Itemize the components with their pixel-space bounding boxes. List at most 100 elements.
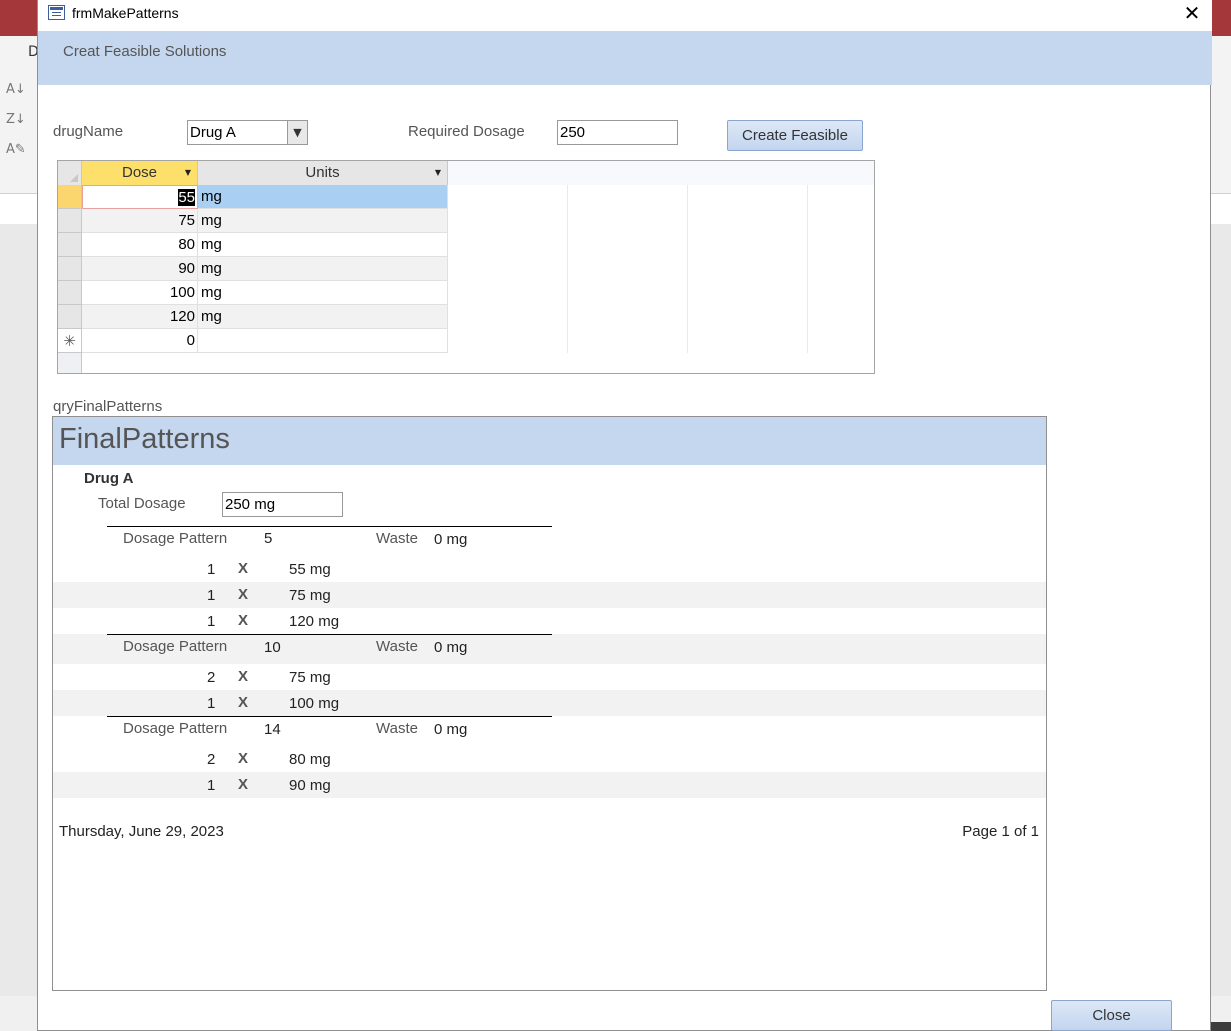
column-header-units[interactable]: Units ▼ [198, 161, 448, 185]
record-selector[interactable] [58, 185, 82, 209]
waste-value: 0 mg [434, 531, 468, 548]
dose-cell[interactable]: 55 [82, 185, 198, 209]
waste-value: 0 mg [434, 639, 468, 656]
subform-label: qryFinalPatterns [53, 398, 163, 415]
table-row[interactable]: 75 mg [58, 209, 448, 233]
dose-cell[interactable]: 120 [82, 305, 198, 329]
units-cell[interactable]: mg [198, 185, 448, 209]
waste-label: Waste [376, 720, 418, 737]
table-row[interactable]: 80 mg [58, 233, 448, 257]
waste-label: Waste [376, 638, 418, 655]
pattern-dose: 75 mg [289, 669, 331, 686]
final-patterns-report[interactable]: FinalPatterns Drug A Total Dosage 250 mg… [52, 416, 1047, 991]
form-window: frmMakePatterns ✕ Creat Feasible Solutio… [37, 0, 1212, 1031]
dosage-pattern-id: 14 [264, 721, 281, 738]
pattern-qty: 1 [207, 777, 216, 794]
sort-descending-icon[interactable]: Z↓ [6, 112, 26, 127]
grid-column [448, 161, 568, 373]
multiply-sign: X [238, 776, 249, 793]
required-dosage-label: Required Dosage [408, 123, 525, 140]
datasheet-header: Dose ▼ Units ▼ [58, 161, 874, 185]
sort-ascending-icon[interactable]: A↓ [6, 82, 26, 97]
dose-cell[interactable]: 0 [82, 329, 198, 353]
units-cell[interactable]: mg [198, 209, 448, 233]
dose-cell[interactable]: 75 [82, 209, 198, 233]
column-header-dose[interactable]: Dose ▼ [82, 161, 198, 185]
remove-sort-icon[interactable]: A✎ [6, 142, 26, 157]
page-number: Page 1 of 1 [962, 823, 1039, 840]
multiply-sign: X [238, 694, 249, 711]
row-band [53, 690, 1046, 716]
select-all-corner[interactable] [58, 161, 82, 185]
datasheet-empty-area [58, 353, 874, 373]
units-cell[interactable]: mg [198, 257, 448, 281]
waste-value: 0 mg [434, 721, 468, 738]
record-selector-empty [58, 353, 82, 373]
grid-column [808, 161, 874, 373]
multiply-sign: X [238, 586, 249, 603]
form-icon [48, 5, 65, 20]
record-selector[interactable] [58, 233, 82, 257]
total-dosage-value: 250 mg [225, 496, 276, 513]
chevron-down-icon[interactable]: ▼ [287, 121, 307, 144]
dose-datasheet[interactable]: Dose ▼ Units ▼ 55 mg 75 mg 80 mg 90 mg 1… [57, 160, 875, 374]
new-record-icon[interactable]: ✳ [58, 329, 82, 353]
column-header-dose-label: Dose [121, 164, 158, 181]
form-header-title: Creat Feasible Solutions [63, 43, 227, 60]
total-dosage-field: 250 mg [222, 492, 343, 517]
close-button[interactable]: Close [1051, 1000, 1172, 1031]
pattern-qty: 1 [207, 613, 216, 630]
pattern-qty: 2 [207, 669, 216, 686]
table-row[interactable]: 120 mg [58, 305, 448, 329]
table-row[interactable]: 90 mg [58, 257, 448, 281]
table-row[interactable]: 100 mg [58, 281, 448, 305]
multiply-sign: X [238, 612, 249, 629]
required-dosage-value: 250 [560, 124, 586, 141]
multiply-sign: X [238, 560, 249, 577]
dose-cell[interactable]: 100 [82, 281, 198, 305]
pattern-qty: 2 [207, 751, 216, 768]
record-selector[interactable] [58, 209, 82, 233]
drug-name-value: Drug A [190, 124, 236, 141]
close-icon[interactable]: ✕ [1178, 1, 1206, 27]
dosage-pattern-label: Dosage Pattern [123, 720, 228, 737]
pattern-qty: 1 [207, 695, 216, 712]
filter-dropdown-icon[interactable]: ▼ [185, 161, 191, 185]
pattern-dose: 75 mg [289, 587, 331, 604]
dosage-pattern-label: Dosage Pattern [123, 638, 228, 655]
form-header: Creat Feasible Solutions [38, 31, 1212, 85]
window-title: frmMakePatterns [72, 5, 179, 21]
record-selector[interactable] [58, 281, 82, 305]
units-cell[interactable] [198, 329, 448, 353]
units-cell[interactable]: mg [198, 233, 448, 257]
dosage-pattern-id: 5 [264, 530, 273, 547]
pattern-dose: 100 mg [289, 695, 340, 712]
drug-name-label: drugName [53, 123, 124, 140]
table-row[interactable]: 55 mg [58, 185, 448, 209]
record-selector[interactable] [58, 305, 82, 329]
title-bar: frmMakePatterns ✕ [38, 0, 1212, 31]
pattern-qty: 1 [207, 561, 216, 578]
units-cell[interactable]: mg [198, 281, 448, 305]
filter-dropdown-icon[interactable]: ▼ [435, 161, 441, 185]
row-band [53, 772, 1046, 798]
group-divider [107, 634, 552, 635]
multiply-sign: X [238, 668, 249, 685]
drug-name-combobox[interactable]: Drug A ▼ [187, 120, 308, 145]
pattern-qty: 1 [207, 587, 216, 604]
required-dosage-input[interactable]: 250 [557, 120, 678, 145]
group-divider [107, 716, 552, 717]
pattern-dose: 55 mg [289, 561, 331, 578]
units-cell[interactable]: mg [198, 305, 448, 329]
report-date: Thursday, June 29, 2023 [59, 823, 224, 840]
new-record-row[interactable]: ✳ 0 [58, 329, 448, 353]
record-selector[interactable] [58, 257, 82, 281]
total-dosage-label: Total Dosage [98, 495, 186, 512]
grid-column [568, 161, 688, 373]
create-feasible-button[interactable]: Create Feasible [727, 120, 863, 151]
dose-cell[interactable]: 80 [82, 233, 198, 257]
group-divider [107, 526, 552, 527]
pattern-dose: 120 mg [289, 613, 340, 630]
dose-cell[interactable]: 90 [82, 257, 198, 281]
dosage-pattern-id: 10 [264, 639, 281, 656]
